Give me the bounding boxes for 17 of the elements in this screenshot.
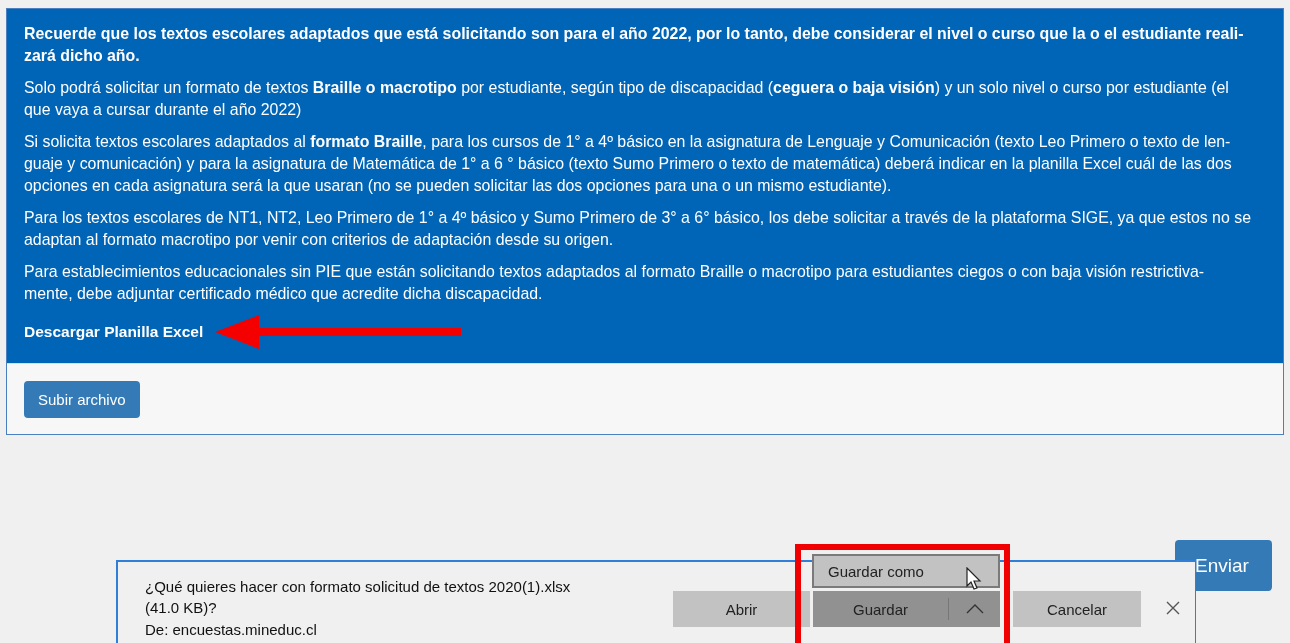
notice-paragraph: Recuerde que los textos escolares adaptados que está solicitando son para el año 2022, por lo tanto, debe considerar el nivel o curso que la o el estudiante reali- zará dicho año.: [24, 24, 1245, 66]
dialog-button[interactable]: Abrir: [673, 591, 810, 627]
split-button[interactable]: Guardar: [813, 591, 1000, 627]
menu-item[interactable]: Guardar como: [814, 556, 998, 586]
download-source: De: encuestas.mineduc.cl: [145, 620, 318, 640]
pointer-icon: [966, 567, 982, 591]
notice-paragraph: Para los textos escolares de NT1, NT2, Leo Primero de 1° a 4º básico y Sumo Primero de 3° a 6° básico, los debe solicitar a través de la plataforma SIGE, ya que estos no se adaptan al formato macrotipo por venir con criterios de adaptación desde su origen.: [24, 208, 1252, 250]
download-link[interactable]: Descargar Planilla Excel: [24, 323, 204, 341]
close-icon[interactable]: [1166, 601, 1180, 615]
notice-paragraph: Si solicita textos escolares adaptados al formato Braille, para los cursos de 1° a 4º básico en la asignatura de Lenguaje y Comunicación (texto Leo Primero o texto de len- guaje y comunicación) y para la asignatura de Matemática de 1° a 6 ° básico (texto Sumo Primero o texto de matemática) deberá indicar en la planilla Excel cuál de las dos opciones en cada asignatura será la que usaran (no se pueden solicitar las dos opciones para una o un mismo estudiante).: [24, 132, 1233, 196]
notice-paragraph: Para establecimientos educacionales sin PIE que están solicitando textos adaptados al formato Braille o macrotipo para estudiantes ciegos o con baja visión restrictiva- mente, debe adjuntar certificado médico que acredite dicha discapacidad.: [24, 262, 1206, 304]
notice-paragraph: Solo podrá solicitar un formato de textos Braille o macrotipo por estudiante, según tipo de discapacidad (ceguera o baja visión) y un solo nivel o curso por estudiante (el que vaya a cursar durante el año 2022): [24, 78, 1230, 120]
download-message: ¿Qué quieres hacer con formato solicitud de textos 2020(1).xlsx (41.0 KB)?: [145, 577, 572, 618]
upload-button[interactable]: Subir archivo: [24, 381, 140, 418]
caret-icon[interactable]: [966, 604, 984, 614]
dialog-button[interactable]: Cancelar: [1013, 591, 1141, 627]
save-label[interactable]: Guardar: [813, 600, 948, 618]
